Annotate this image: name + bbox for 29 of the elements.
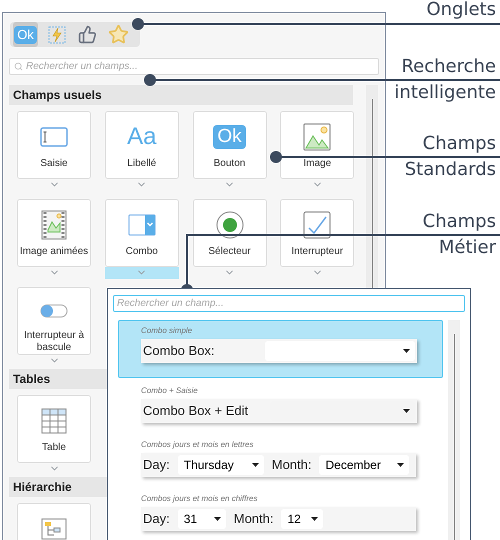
card-label: Saisie — [40, 158, 68, 170]
popup-search-placeholder: Rechercher un champ... — [117, 297, 224, 311]
card-label: Image — [303, 158, 332, 170]
month-label: Month: — [234, 510, 274, 528]
callout-label: Champs Standards — [404, 132, 496, 182]
item-caption: Combos jours et mois en lettres — [141, 440, 254, 450]
card-label: Bouton — [214, 158, 246, 170]
ok-button-icon: Ok — [213, 125, 246, 149]
card-label: Sélecteur — [208, 246, 251, 258]
card-label: Combo — [126, 246, 158, 258]
card-label: Table — [42, 442, 66, 454]
day-label: Day: — [143, 510, 170, 528]
callout-label: Onglets — [425, 0, 496, 20]
callout-label: Recherche intelligente — [393, 55, 496, 105]
card-label: Interrupteur — [291, 246, 344, 258]
item-caption: Combo simple — [141, 326, 194, 336]
item-caption: Combos jours et mois en chiffres — [141, 494, 258, 504]
callout-label: Champs Métier — [422, 210, 496, 260]
combo-label: Combo Box: — [143, 342, 215, 360]
card-label: Libellé — [127, 158, 156, 170]
combo-label: Combo Box + Edit — [143, 402, 248, 420]
card-label: Image animées — [20, 246, 88, 258]
section-header: Champs usuels — [9, 85, 353, 105]
card-label: Interrupteur à bascule — [22, 330, 86, 354]
item-caption: Combo + Saisie — [141, 386, 199, 396]
day-label: Day: — [143, 456, 170, 474]
text-label-icon: Aa — [127, 123, 156, 151]
month-label: Month: — [272, 456, 312, 474]
search-placeholder: Rechercher un champs... — [26, 60, 138, 74]
